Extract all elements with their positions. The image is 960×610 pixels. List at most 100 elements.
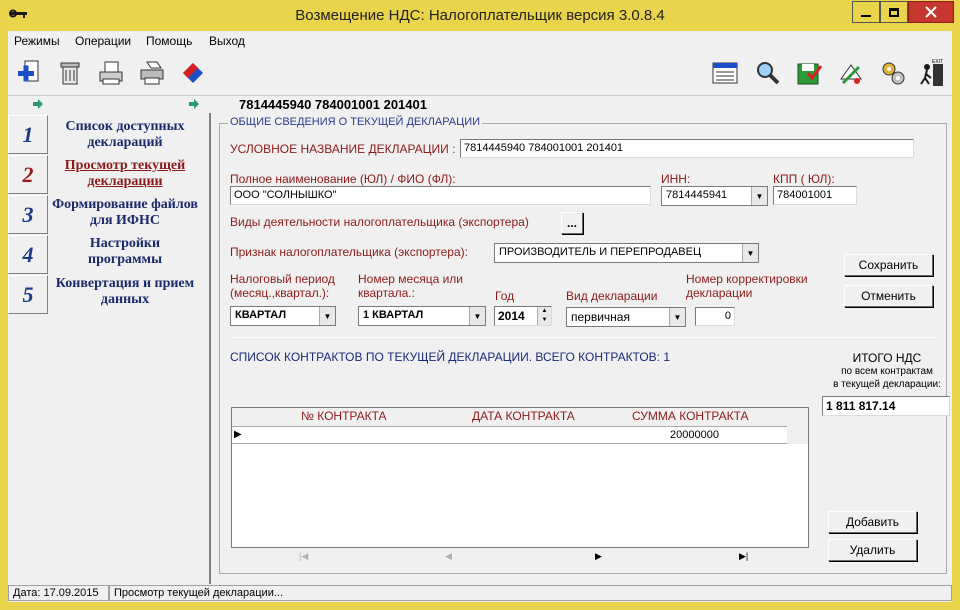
maximize-icon	[889, 7, 899, 17]
type-label: Вид декларации	[566, 289, 658, 303]
nav-prev-icon[interactable]: ◀	[445, 551, 452, 562]
cancel-button[interactable]: Отменить	[844, 285, 933, 307]
sign-combo[interactable]: ПРОИЗВОДИТЕЛЬ И ПЕРЕПРОДАВЕЦ ▼	[494, 243, 759, 263]
chevron-down-icon[interactable]: ▼	[469, 307, 485, 325]
chevron-down-icon[interactable]: ▼	[669, 308, 685, 326]
nav-next-icon[interactable]: ▶	[595, 551, 602, 562]
contracts-grid[interactable]: № КОНТРАКТА ДАТА КОНТРАКТА СУММА КОНТРАК…	[231, 407, 809, 548]
print-preview-icon	[99, 61, 123, 85]
declaration-header: 7814445940 784001001 201401	[209, 96, 952, 113]
number-value: 1 КВАРТАЛ	[363, 309, 424, 321]
declaration-code: 7814445940 784001001 201401	[239, 97, 427, 112]
toolbar: EXIT	[8, 52, 952, 96]
correction-label: Номер корректировки декларации	[686, 272, 808, 300]
chevron-down-icon[interactable]: ▼	[319, 307, 335, 325]
print-preview-button[interactable]	[96, 58, 126, 88]
navigation-panel: 1 Список доступных деклараций 2 Просмотр…	[8, 96, 209, 584]
nav-button-3[interactable]: 3	[8, 195, 48, 234]
type-combo[interactable]: первичная ▼	[566, 307, 686, 327]
menu-bar: Режимы Операции Помощь Выход	[8, 31, 952, 51]
fullname-label: Полное наименование (ЮЛ) / ФИО (ФЛ):	[230, 172, 456, 186]
print-button[interactable]	[137, 58, 167, 88]
year-label: Год	[495, 289, 515, 303]
correction-field[interactable]: 0	[695, 307, 735, 326]
nav-label-conversion[interactable]: Конвертация и прием данных	[52, 276, 198, 308]
total-vat-block: ИТОГО НДС по всем контрактам в текущей д…	[822, 352, 952, 391]
inn-label: ИНН:	[661, 172, 691, 186]
delete-button[interactable]	[55, 58, 85, 88]
new-document-icon	[18, 60, 39, 82]
grid-empty-area	[232, 444, 808, 547]
menu-exit[interactable]: Выход	[209, 34, 245, 48]
table-row[interactable]: ▶ 20000000	[232, 426, 787, 444]
save-check-button[interactable]	[794, 58, 824, 88]
convert-button[interactable]	[178, 58, 208, 88]
chevron-down-icon[interactable]: ▼	[751, 187, 767, 205]
nav-label-declarations-list[interactable]: Список доступных деклараций	[52, 119, 198, 151]
settings-button[interactable]	[878, 58, 908, 88]
print-icon	[140, 61, 164, 85]
year-spin-arrows-icon[interactable]: ▲ ▼	[537, 307, 551, 325]
total-sub2: в текущей декларации:	[833, 379, 941, 390]
search-button[interactable]	[752, 58, 782, 88]
nav-label-settings[interactable]: Настройки программы	[52, 236, 198, 268]
form-button[interactable]	[710, 58, 740, 88]
window-title: Возмещение НДС: Налогоплательщик версия …	[295, 7, 665, 24]
menu-modes[interactable]: Режимы	[14, 34, 60, 48]
arrow-right-icon	[33, 99, 43, 109]
nav-label-current-declaration[interactable]: Просмотр текущей декларации	[52, 158, 198, 190]
form-icon	[712, 62, 738, 84]
inn-value: 7814445941	[666, 189, 728, 201]
nav-button-2[interactable]: 2	[8, 155, 48, 194]
total-vat-value: 1 811 817.14	[822, 396, 950, 416]
status-date: Дата: 17.09.2015	[8, 585, 109, 601]
nav-button-1[interactable]: 1	[8, 115, 48, 154]
nav-button-5[interactable]: 5	[8, 275, 48, 314]
arrow-right-icon	[189, 99, 199, 109]
sign-button[interactable]	[836, 58, 866, 88]
convert-icon	[183, 63, 203, 83]
title-bar[interactable]: Возмещение НДС: Налогоплательщик версия …	[0, 0, 960, 31]
kpp-label: КПП ( ЮЛ):	[773, 172, 835, 186]
delete-contract-button[interactable]: Удалить	[828, 539, 917, 561]
activity-label: Виды деятельности налогоплательщика (экс…	[230, 215, 529, 229]
maximize-button[interactable]	[880, 1, 908, 23]
number-combo[interactable]: 1 КВАРТАЛ ▼	[358, 306, 486, 326]
close-icon	[925, 6, 937, 18]
decl-name-label: УСЛОВНОЕ НАЗВАНИЕ ДЕКЛАРАЦИИ :	[230, 142, 456, 156]
menu-operations[interactable]: Операции	[75, 34, 131, 48]
row-pointer-icon: ▶	[234, 429, 242, 440]
nav-label-generate-files[interactable]: Формирование файлов для ИФНС	[52, 197, 198, 229]
sign-value: ПРОИЗВОДИТЕЛЬ И ПЕРЕПРОДАВЕЦ	[499, 246, 702, 258]
save-button[interactable]: Сохранить	[844, 254, 933, 276]
inn-combo[interactable]: 7814445941 ▼	[661, 186, 768, 206]
nav-last-icon[interactable]: ▶|	[739, 551, 748, 562]
minimize-icon	[861, 15, 871, 17]
new-document-button[interactable]	[14, 58, 44, 88]
nav-first-icon[interactable]: |◀	[299, 551, 308, 562]
number-label: Номер месяца или квартала.:	[358, 272, 463, 300]
column-header-sum[interactable]: СУММА КОНТРАКТА	[632, 409, 749, 423]
status-bar: Дата: 17.09.2015 Просмотр текущей деклар…	[8, 584, 952, 602]
fullname-field[interactable]: ООО "СОЛНЫШКО"	[230, 186, 651, 205]
column-header-date[interactable]: ДАТА КОНТРАКТА	[472, 409, 575, 423]
chevron-down-icon[interactable]: ▼	[742, 244, 758, 262]
period-combo[interactable]: КВАРТАЛ ▼	[230, 306, 336, 326]
type-value: первичная	[571, 310, 630, 324]
add-contract-button[interactable]: Добавить	[828, 511, 917, 533]
main-panel: ОБЩИЕ СВЕДЕНИЯ О ТЕКУЩЕЙ ДЕКЛАРАЦИИ УСЛО…	[209, 113, 952, 584]
activity-button[interactable]: ...	[561, 212, 583, 234]
status-mode: Просмотр текущей декларации...	[109, 585, 952, 601]
close-button[interactable]	[908, 1, 954, 23]
save-check-icon	[797, 63, 823, 85]
year-value: 2014	[498, 309, 525, 323]
minimize-button[interactable]	[852, 1, 880, 23]
nav-button-4[interactable]: 4	[8, 235, 48, 274]
sign-icon	[840, 64, 862, 85]
contracts-title: СПИСОК КОНТРАКТОВ ПО ТЕКУЩЕЙ ДЕКЛАРАЦИИ.…	[230, 350, 671, 364]
decl-name-field[interactable]: 7814445940 784001001 201401	[460, 139, 914, 158]
exit-button[interactable]: EXIT	[916, 58, 946, 88]
kpp-field[interactable]: 784001001	[773, 186, 857, 205]
menu-help[interactable]: Помощь	[146, 34, 192, 48]
column-header-number[interactable]: № КОНТРАКТА	[301, 409, 387, 423]
